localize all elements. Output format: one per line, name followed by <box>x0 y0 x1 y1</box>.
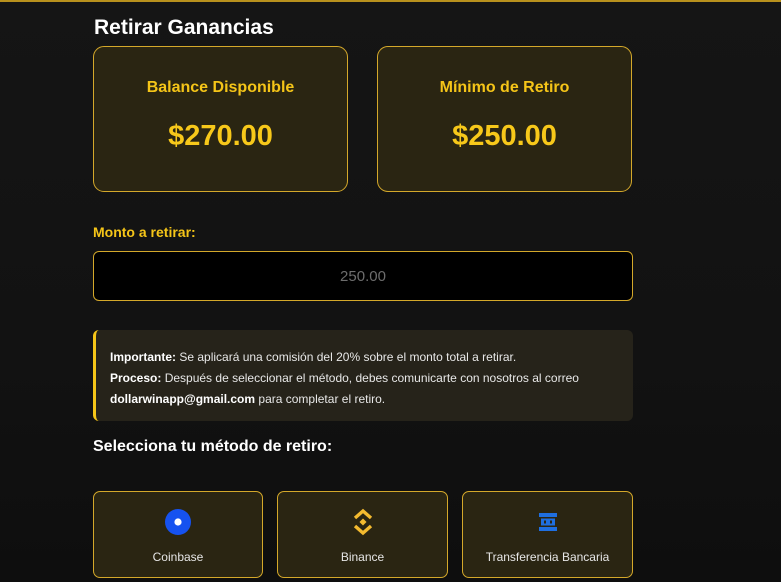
method-bank-transfer-button[interactable]: Transferencia Bancaria <box>462 491 633 578</box>
coinbase-icon <box>163 507 193 537</box>
important-line: Importante: Se aplicará una comisión del… <box>110 347 619 368</box>
available-balance-card: Balance Disponible $270.00 <box>93 46 348 192</box>
process-text: Después de seleccionar el método, debes … <box>161 371 579 385</box>
withdraw-page: Retirar Ganancias Balance Disponible $27… <box>0 2 781 582</box>
process-tail: para completar el retiro. <box>255 392 386 406</box>
binance-icon <box>348 507 378 537</box>
minimum-withdrawal-label: Mínimo de Retiro <box>439 79 570 96</box>
minimum-withdrawal-value: $250.00 <box>452 120 557 152</box>
available-balance-label: Balance Disponible <box>146 79 295 96</box>
amount-label: Monto a retirar: <box>93 224 196 240</box>
page-title: Retirar Ganancias <box>94 16 274 39</box>
available-balance-value: $270.00 <box>168 120 273 152</box>
minimum-withdrawal-card: Mínimo de Retiro $250.00 <box>377 46 632 192</box>
method-bank-transfer-label: Transferencia Bancaria <box>485 550 610 564</box>
method-binance-button[interactable]: Binance <box>277 491 448 578</box>
method-coinbase-button[interactable]: Coinbase <box>93 491 263 578</box>
method-binance-label: Binance <box>340 550 385 564</box>
contact-email: dollarwinapp@gmail.com <box>110 392 256 406</box>
amount-input[interactable] <box>93 251 633 301</box>
important-notice: Importante: Se aplicará una comisión del… <box>93 330 633 421</box>
process-line: Proceso: Después de seleccionar el métod… <box>110 368 619 410</box>
method-coinbase-label: Coinbase <box>152 550 204 564</box>
method-heading: Selecciona tu método de retiro: <box>93 438 333 455</box>
important-label: Importante: <box>110 350 176 364</box>
bank-icon <box>533 507 563 537</box>
important-text: Se aplicará una comisión del 20% sobre e… <box>176 350 517 364</box>
process-label: Proceso: <box>110 371 162 385</box>
